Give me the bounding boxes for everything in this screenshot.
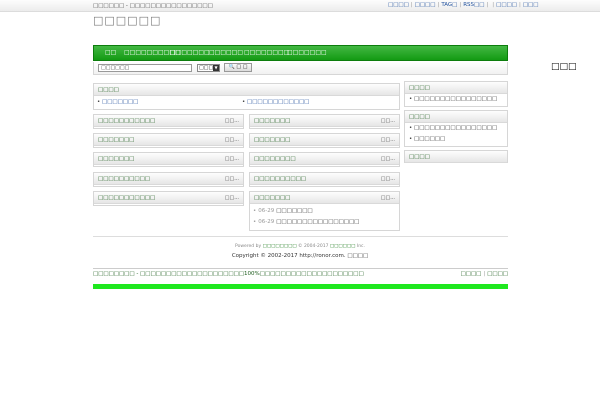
category-title[interactable]: □□□□□□□ [254,137,290,143]
category-title[interactable]: □□□□□□□□□□ [98,176,150,182]
more-link[interactable]: □□... [381,156,395,162]
nav-item-4[interactable]: □□□□□□ [209,49,243,56]
category-box: □□□□□□□□□□□ □□... [93,114,244,129]
more-link[interactable]: □□... [381,176,395,182]
more-link[interactable]: □□... [381,118,395,124]
copyright-link[interactable]: □□□□ [347,253,368,259]
category-title[interactable]: □□□□□□□□□□□ [98,118,155,124]
bottom-link-1[interactable]: □□□□ [461,271,482,277]
category-box: □□□□□□□□ □□... [249,152,400,167]
sidebar-title: □□□□ [409,85,430,91]
top-link-tag[interactable]: TAG□ [441,2,457,8]
bottom-bar: □□□□□□□□ - □□□□□□□□□□□□□□□□□□□□100%□□□□□… [93,268,508,279]
announce-item[interactable]: • □□□□□□□ [97,99,138,105]
nav-item-3[interactable]: □□□□□□□ [170,49,210,56]
powered-by: Powered by □□□□□□□□ © 2004-2017 □□□□□□ I… [235,244,365,249]
nav-item-5[interactable]: □□□□□□□□ [244,49,289,56]
copyright: Copyright © 2002-2017 http://ronor.com. … [231,253,369,259]
announce-box: □□□□ • □□□□□□□ • □□□□□□□□□□□□ [93,83,400,110]
nav-item-6[interactable]: □□□□□□□ [287,49,327,56]
announce-title: □□□□ [98,87,119,93]
more-link[interactable]: □□... [225,118,239,124]
more-link[interactable]: □□... [225,176,239,182]
main-nav: □□ □□□□□□□□□□ □□□□□□□ □□□□□□ □□□□□□□□ □□… [93,45,508,61]
sidebar-box-1: □□□□ • □□□□□□□□□□□□□□□□ [404,81,508,107]
bottom-description: □□□□□□□□ - □□□□□□□□□□□□□□□□□□□□100%□□□□□… [93,271,364,277]
category-title[interactable]: □□□□□□□□□□□ [98,195,155,201]
site-tagline: □□□□□□ - □□□□□□□□□□□□□□□□ [93,3,213,9]
category-box: □□□□□□□□□□ □□... [93,172,244,187]
search-input[interactable]: □□□□□□ [98,64,192,72]
top-link-6[interactable]: □□□ [523,2,539,8]
search-type-value: □□□ [199,65,214,71]
sidebar-box-2: □□□□ • □□□□□□□□□□□□□□□□ • □□□□□□ [404,110,508,147]
news-title[interactable]: □□□□□□□□□□□□□□□□ [276,219,359,225]
announce-item-text[interactable]: □□□□□□□ [102,99,138,105]
more-link[interactable]: □□... [225,137,239,143]
sidebar-title: □□□□ [409,154,430,160]
powered-link-2[interactable]: □□□□□□ [330,244,356,249]
sidebar-item[interactable]: • □□□□□□□□□□□□□□□□ [409,96,497,102]
news-box: □□□□□□□ □□... • 06-29 □□□□□□□ • 06-29 □□□□□□□… [249,191,400,231]
sidebar-item[interactable]: • □□□□□□□□□□□□□□□□ [409,125,497,131]
search-button[interactable]: 🔍 □ □ [224,63,252,72]
top-link-2[interactable]: □□□□ [415,2,436,8]
site-logo[interactable]: □□□□□□ [93,14,161,27]
news-item[interactable]: • 06-29 □□□□□□□□□□□□□□□□ [253,219,359,225]
more-link[interactable]: □□... [225,195,239,201]
bottom-links: □□□□ | □□□□ [460,271,508,277]
top-link-rss[interactable]: RSS□□ [463,2,484,8]
chevron-down-icon: ▼ [213,65,219,71]
bottom-link-2[interactable]: □□□□ [487,271,508,277]
category-title[interactable]: □□□□□□□ [254,118,290,124]
news-title[interactable]: □□□□□□□ [276,208,312,214]
announce-item-text[interactable]: □□□□□□□□□□□□ [247,99,309,105]
category-title[interactable]: □□□□□□□ [98,156,134,162]
more-link[interactable]: □□... [381,137,395,143]
more-link[interactable]: □□... [381,195,395,201]
news-date: 06-29 [258,219,275,225]
category-box: □□□□□□□ □□... [93,152,244,167]
sidebar-title: □□□□ [409,114,430,120]
top-bar: □□□□□□ - □□□□□□□□□□□□□□□□ □□□□ | □□□□ | TAG□… [0,0,600,12]
category-box: □□□□□□□ □□... [249,114,400,129]
category-title[interactable]: □□□□□□□□ [254,156,296,162]
news-date: 06-29 [258,208,275,214]
announce-head: □□□□ [94,84,399,96]
sidebar-item[interactable]: • □□□□□□ [409,136,445,142]
top-links: □□□□ | □□□□ | TAG□ | RSS□□ | | □□□□ | □□□ [388,2,539,8]
category-title[interactable]: □□□□□□□ [254,195,290,201]
nav-item-home[interactable]: □□ [105,49,116,56]
sidebar-box-3: □□□□ [404,150,508,163]
announce-item[interactable]: • □□□□□□□□□□□□ [242,99,309,105]
footer-divider [93,236,508,237]
category-box: □□□□□□□ □□... [93,133,244,148]
bottom-green-bar [93,284,508,289]
category-box: □□□□□□□ □□... [249,133,400,148]
category-title[interactable]: □□□□□□□ [98,137,134,143]
search-bar: □□□□□□ □□□ ▼ 🔍 □ □ □□□ [93,62,577,75]
top-link-1[interactable]: □□□□ [388,2,409,8]
category-box: □□□□□□□□□□□ □□... [93,191,244,206]
more-link[interactable]: □□... [225,156,239,162]
powered-link[interactable]: □□□□□□□□ [263,244,297,249]
category-title[interactable]: □□□□□□□□□□ [254,176,306,182]
search-right-label: □□□ [551,62,577,72]
top-link-5[interactable]: □□□□ [496,2,517,8]
category-box: □□□□□□□□□□ □□... [249,172,400,187]
news-item[interactable]: • 06-29 □□□□□□□ [253,208,313,214]
search-type-select[interactable]: □□□ ▼ [197,64,220,72]
